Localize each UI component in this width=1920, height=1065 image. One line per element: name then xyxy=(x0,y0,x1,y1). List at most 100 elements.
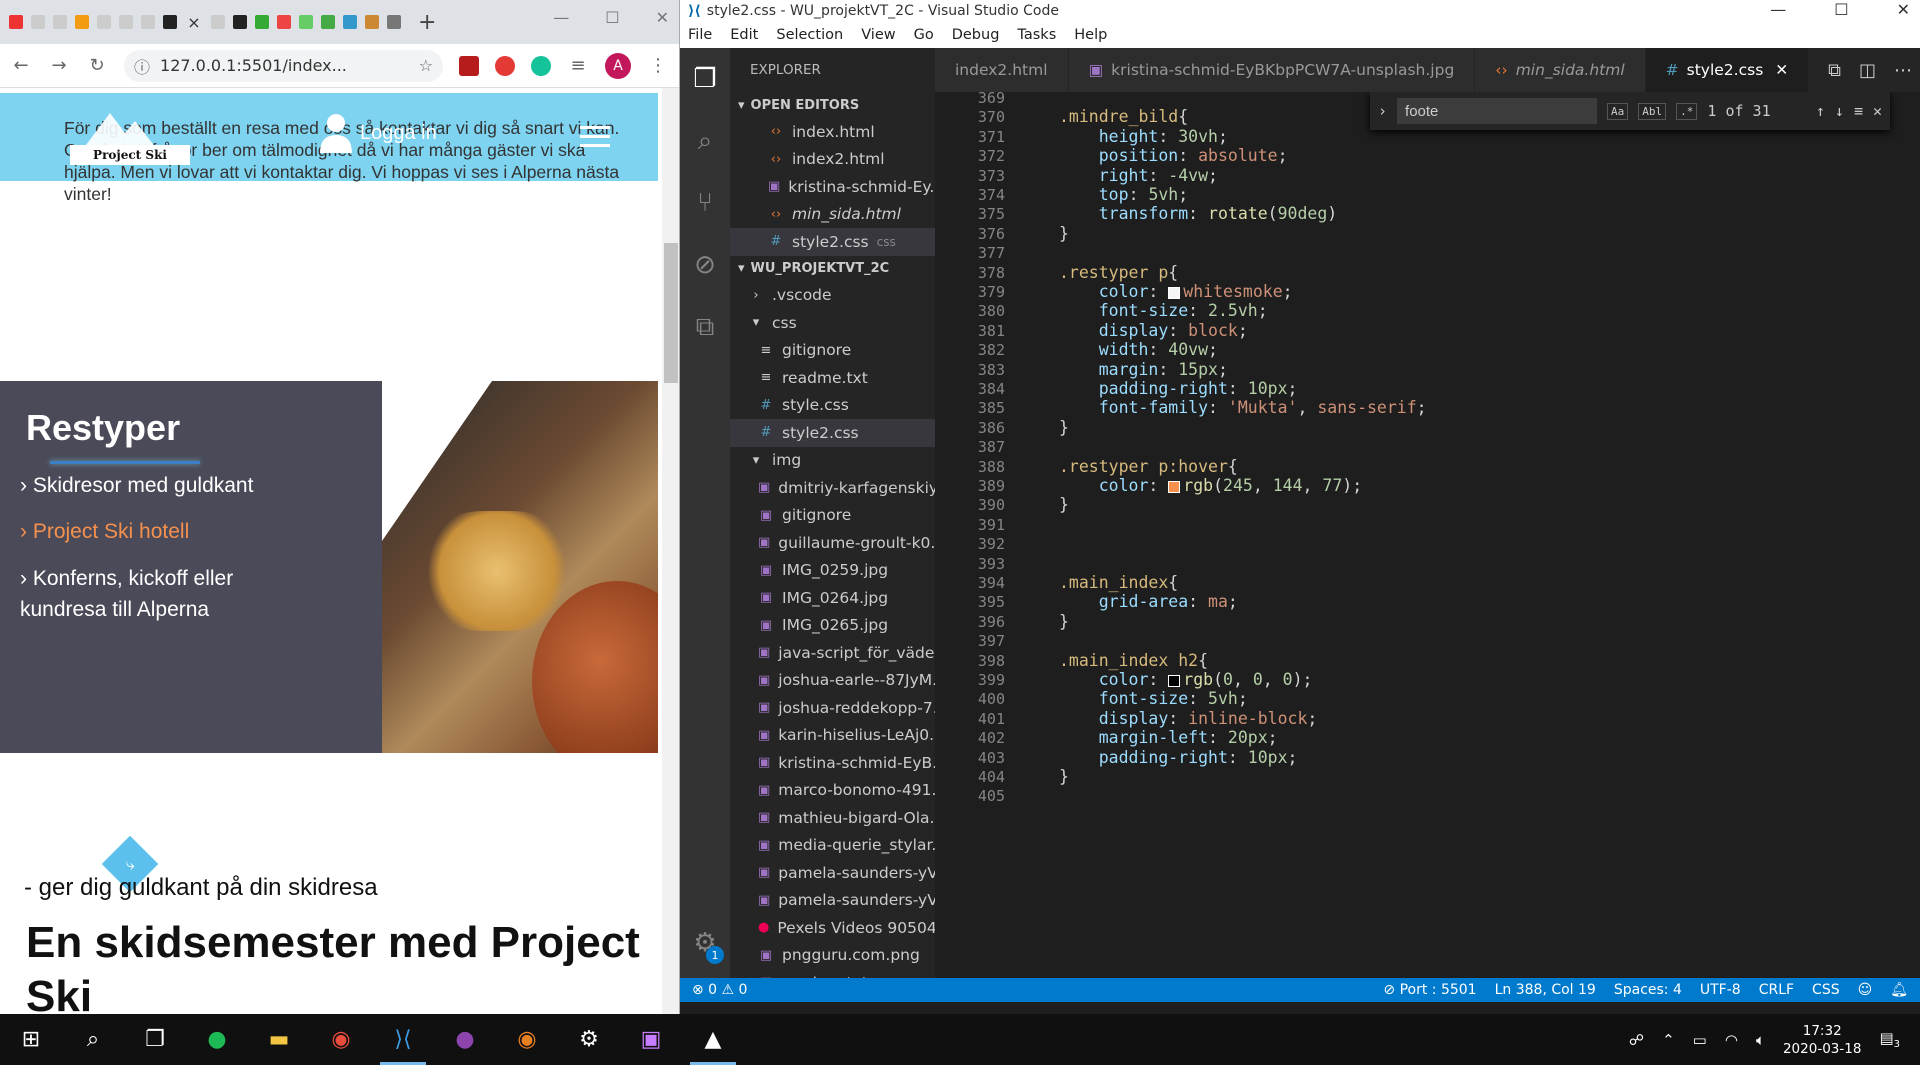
file-tree-item[interactable]: ▣ java-script_för_väde... xyxy=(730,639,935,667)
file-tree-item[interactable]: ▣ gitignore xyxy=(730,502,935,530)
file-tree-item[interactable]: ▣ joshua-reddekopp-7... xyxy=(730,694,935,722)
volume-mute-icon[interactable]: 🔈︎ xyxy=(1756,1031,1765,1049)
wifi-icon[interactable]: ◠ xyxy=(1725,1031,1738,1049)
regex-toggle[interactable]: .* xyxy=(1676,102,1698,120)
tab-favicon-8[interactable] xyxy=(160,10,180,34)
tab-favicon-10[interactable] xyxy=(230,10,250,34)
new-tab-icon[interactable]: + xyxy=(418,10,436,35)
tab-close-icon[interactable]: × xyxy=(182,13,206,32)
open-editor-item[interactable]: ‹› index.html xyxy=(730,118,935,146)
open-preview-icon[interactable]: ⧉ xyxy=(1828,60,1841,81)
find-in-selection-icon[interactable]: ≡ xyxy=(1854,102,1863,120)
address-bar[interactable]: ⓘ 127.0.0.1:5501/index... ☆ xyxy=(124,49,443,82)
show-hidden-icons[interactable]: ⌃ xyxy=(1662,1031,1675,1049)
tab-favicon-7[interactable] xyxy=(138,10,158,34)
file-tree-item[interactable]: › .vscode xyxy=(730,282,935,310)
menu-view[interactable]: View xyxy=(861,27,895,43)
open-editor-item[interactable]: ▣ kristina-schmid-Ey... xyxy=(730,173,935,201)
file-tree-item[interactable]: # style2.css xyxy=(730,419,935,447)
file-tree-item[interactable]: ≡ gitignore xyxy=(730,337,935,365)
file-tree-item[interactable]: ▣ marco-bonomo-491... xyxy=(730,777,935,805)
chrome-icon[interactable]: ◉ xyxy=(310,1014,372,1065)
more-menu-icon[interactable]: ⋮ xyxy=(647,55,669,76)
project-ski-logo[interactable]: Project Ski xyxy=(70,103,190,173)
file-tree-item[interactable]: # style.css xyxy=(730,392,935,420)
maximize-icon[interactable]: ☐ xyxy=(605,8,619,27)
start-windows-icon[interactable]: ⊞ xyxy=(0,1014,62,1065)
menu-help[interactable]: Help xyxy=(1074,27,1107,43)
forward-icon[interactable]: → xyxy=(48,55,70,76)
menu-edit[interactable]: Edit xyxy=(730,27,758,43)
menu-tasks[interactable]: Tasks xyxy=(1017,27,1056,43)
search-icon[interactable]: ⌕ xyxy=(680,110,730,172)
tab-favicon-3[interactable] xyxy=(50,10,70,34)
tab-kristina-image[interactable]: ▣ kristina-schmid-EyBKbpPCW7A-unsplash.jp… xyxy=(1068,48,1476,92)
find-input[interactable]: foote xyxy=(1397,98,1598,124)
menu-file[interactable]: File xyxy=(688,27,712,43)
file-tree-item[interactable]: ▾ img xyxy=(730,447,935,475)
spotify-icon[interactable]: ● xyxy=(186,1014,248,1065)
profile-avatar[interactable]: A xyxy=(605,52,631,79)
tab-favicon-1[interactable] xyxy=(6,10,26,34)
file-tree-item[interactable]: ▣ IMG_0264.jpg xyxy=(730,584,935,612)
source-control-icon[interactable]: ⑂ xyxy=(680,172,730,234)
whole-word-toggle[interactable]: Abl xyxy=(1638,102,1667,120)
cursor-position[interactable]: Ln 388, Col 19 xyxy=(1495,982,1596,998)
action-center-icon[interactable]: ▤3 xyxy=(1879,1029,1900,1050)
pdf-extension-icon[interactable] xyxy=(459,55,479,76)
github-desktop-icon[interactable]: ● xyxy=(434,1014,496,1065)
file-tree-item[interactable]: ● Pexels Videos 90504... xyxy=(730,914,935,942)
search-icon[interactable]: ⌕ xyxy=(62,1014,124,1065)
tab-close-icon[interactable]: ✕ xyxy=(1775,61,1788,79)
maximize-icon[interactable]: ☐ xyxy=(1834,0,1848,19)
file-tree-item[interactable]: ≡ readme.txt xyxy=(730,364,935,392)
settings-gear-icon[interactable]: ⚙ 1 xyxy=(680,918,730,968)
file-explorer-icon[interactable]: ▬ xyxy=(248,1014,310,1065)
info-icon[interactable]: ⓘ xyxy=(134,54,150,78)
file-tree-item[interactable]: ▣ pamela-saunders-yV... xyxy=(730,887,935,915)
tab-favicon-14[interactable] xyxy=(318,10,338,34)
next-match-icon[interactable]: ↓ xyxy=(1835,102,1844,120)
firefox-icon[interactable]: ◉ xyxy=(496,1014,558,1065)
live-server-port[interactable]: ⊘ Port : 5501 xyxy=(1383,982,1476,998)
file-tree-item[interactable]: ▣ joshua-earle--87JyM... xyxy=(730,667,935,695)
tab-favicon-11[interactable] xyxy=(252,10,272,34)
vscode-taskbar-icon[interactable]: ⟩⟨ xyxy=(372,1014,434,1065)
indentation[interactable]: Spaces: 4 xyxy=(1614,982,1682,998)
tab-min-sida[interactable]: ‹› min_sida.html xyxy=(1475,48,1646,92)
file-tree-item[interactable]: ▣ media-querie_stylar... xyxy=(730,832,935,860)
menu-selection[interactable]: Selection xyxy=(776,27,843,43)
file-tree-item[interactable]: ▣ mathieu-bigard-Ola... xyxy=(730,804,935,832)
tab-favicon-16[interactable] xyxy=(362,10,382,34)
minimize-icon[interactable]: — xyxy=(1770,0,1786,19)
language-mode[interactable]: CSS xyxy=(1812,982,1840,998)
page-scrollbar[interactable] xyxy=(662,88,679,1014)
back-icon[interactable]: ← xyxy=(10,55,32,76)
file-tree-item[interactable]: ▣ karin-hiselius-LeAj0... xyxy=(730,722,935,750)
reload-icon[interactable]: ↻ xyxy=(86,55,108,76)
line-ending[interactable]: CRLF xyxy=(1759,982,1794,998)
file-tree-item[interactable]: ▣ pngguru.com.png xyxy=(730,942,935,970)
feedback-smiley-icon[interactable]: ☺ xyxy=(1858,982,1873,998)
tab-favicon-17[interactable] xyxy=(384,10,404,34)
task-view-icon[interactable]: ❐ xyxy=(124,1014,186,1065)
file-tree-item[interactable]: ▣ IMG_0259.jpg xyxy=(730,557,935,585)
explorer-icon[interactable]: ❐ xyxy=(680,48,730,110)
adblock-extension-icon[interactable] xyxy=(495,55,515,76)
tab-favicon-15[interactable] xyxy=(340,10,360,34)
battery-icon[interactable]: ▭ xyxy=(1693,1031,1707,1049)
close-icon[interactable]: ✕ xyxy=(656,8,669,27)
hamburger-menu-icon[interactable] xyxy=(580,126,610,153)
tab-favicon-12[interactable] xyxy=(274,10,294,34)
close-icon[interactable]: ✕ xyxy=(1897,0,1910,19)
url-text[interactable]: 127.0.0.1:5501/index... xyxy=(160,56,347,75)
debug-icon[interactable]: ⊘ xyxy=(680,234,730,296)
close-find-icon[interactable]: ✕ xyxy=(1873,102,1882,120)
tab-style2-css[interactable]: # style2.css ✕ xyxy=(1645,48,1810,92)
file-tree-item[interactable]: ▣ kristina-schmid-EyB... xyxy=(730,749,935,777)
file-tree-item[interactable]: ▾ css xyxy=(730,309,935,337)
problems-indicator[interactable]: ⊗ 0 ⚠ 0 xyxy=(692,982,747,998)
file-tree-item[interactable]: ▣ IMG_0265.jpg xyxy=(730,612,935,640)
scrollbar-thumb[interactable] xyxy=(664,243,678,383)
code-editor[interactable]: 369 370 .mindre_bild{371 height: 30vh; 372 … xyxy=(935,92,1920,978)
